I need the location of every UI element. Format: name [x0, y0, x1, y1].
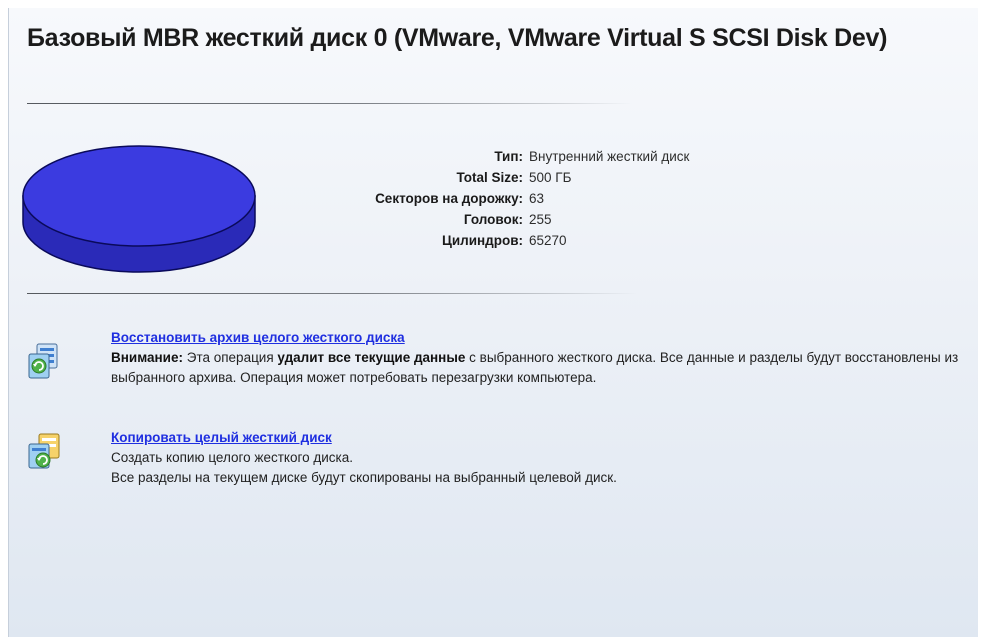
property-value: Внутренний жесткий диск: [529, 149, 690, 164]
property-label: Секторов на дорожку:: [375, 191, 523, 206]
title-divider: [27, 103, 632, 104]
copy-disk-action: Копировать целый жесткий диск Создать ко…: [27, 428, 977, 498]
property-heads: Головок: 255: [289, 209, 689, 230]
property-value: 255: [529, 212, 552, 227]
section-divider: [27, 293, 637, 294]
page-title: Базовый MBR жесткий диск 0 (VMware, VMwa…: [27, 24, 888, 52]
disk-details-panel: Базовый MBR жесткий диск 0 (VMware, VMwa…: [8, 8, 978, 637]
property-label: Total Size:: [456, 170, 523, 185]
property-value: 63: [529, 191, 545, 206]
copy-disk-line-1: Создать копию целого жесткого диска.: [111, 450, 353, 465]
property-cylinders: Цилиндров: 65270: [289, 230, 689, 251]
property-value: 500 ГБ: [529, 170, 572, 185]
disk-icon: [22, 145, 256, 273]
restore-disk-description: Восстановить архив целого жесткого диска…: [111, 328, 971, 388]
property-total-size: Total Size: 500 ГБ: [289, 167, 689, 188]
property-sectors-per-track: Секторов на дорожку: 63: [289, 188, 689, 209]
copy-disk-line-2: Все разделы на текущем диске будут скопи…: [111, 470, 617, 485]
warning-emphasis: удалит все текущие данные: [277, 350, 466, 365]
restore-disk-icon[interactable]: [27, 342, 61, 380]
restore-disk-link[interactable]: Восстановить архив целого жесткого диска: [111, 330, 405, 345]
copy-disk-link[interactable]: Копировать целый жесткий диск: [111, 430, 332, 445]
disk-properties: Тип: Внутренний жесткий диск Total Size:…: [289, 146, 689, 251]
copy-disk-icon[interactable]: [27, 432, 61, 470]
property-value: 65270: [529, 233, 567, 248]
copy-disk-description: Копировать целый жесткий диск Создать ко…: [111, 428, 971, 488]
property-label: Цилиндров:: [441, 233, 523, 248]
property-type: Тип: Внутренний жесткий диск: [289, 146, 689, 167]
restore-disk-action: Восстановить архив целого жесткого диска…: [27, 328, 977, 418]
warning-label: Внимание:: [111, 350, 183, 365]
property-label: Тип:: [494, 149, 523, 164]
warning-text-part: Эта операция: [182, 350, 278, 365]
property-label: Головок:: [463, 212, 523, 227]
